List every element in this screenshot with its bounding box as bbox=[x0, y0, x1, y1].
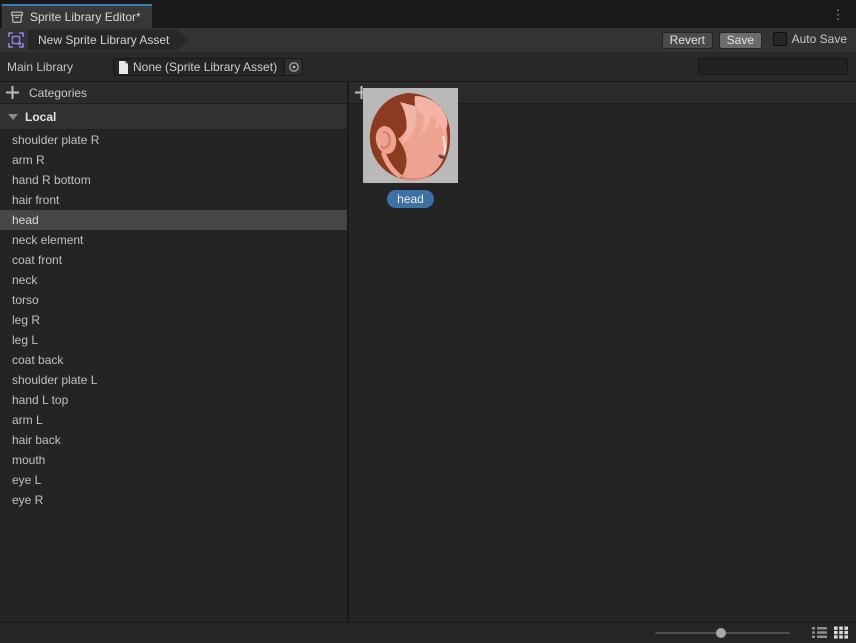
sprite-label-pill[interactable]: head bbox=[387, 190, 434, 208]
category-item[interactable]: eye L bbox=[0, 470, 347, 490]
category-item[interactable]: mouth bbox=[0, 450, 347, 470]
sprite-library-editor-window: Sprite Library Editor* ⋮ New Sprite Libr… bbox=[0, 0, 856, 643]
category-item[interactable]: coat back bbox=[0, 350, 347, 370]
search-field[interactable] bbox=[698, 58, 848, 75]
auto-save-control: Auto Save bbox=[773, 32, 847, 46]
grid-view-icon[interactable] bbox=[834, 626, 848, 639]
revert-button[interactable]: Revert bbox=[662, 32, 713, 49]
list-view-icon[interactable] bbox=[812, 626, 827, 639]
local-foldout[interactable]: Local bbox=[0, 104, 347, 130]
category-item[interactable]: hand L top bbox=[0, 390, 347, 410]
slider-knob[interactable] bbox=[716, 628, 726, 638]
categories-header: Categories bbox=[0, 82, 347, 104]
category-item-selected[interactable]: head bbox=[0, 210, 347, 230]
tab-bar: Sprite Library Editor* ⋮ bbox=[0, 0, 856, 28]
object-picker-button[interactable] bbox=[284, 59, 302, 75]
category-item[interactable]: shoulder plate L bbox=[0, 370, 347, 390]
local-label: Local bbox=[25, 110, 56, 124]
main-library-row: Main Library None (Sprite Library Asset) bbox=[0, 52, 856, 82]
labels-panel: Labels head bbox=[349, 82, 856, 622]
category-item[interactable]: neck element bbox=[0, 230, 347, 250]
head-sprite-thumbnail bbox=[363, 88, 458, 183]
category-item[interactable]: hair back bbox=[0, 430, 347, 450]
category-item[interactable]: leg L bbox=[0, 330, 347, 350]
category-item[interactable]: torso bbox=[0, 290, 347, 310]
panels: Categories Local shoulder plate R arm R … bbox=[0, 82, 856, 622]
main-library-object-field[interactable]: None (Sprite Library Asset) bbox=[113, 58, 303, 76]
thumbnail-size-slider[interactable] bbox=[655, 632, 790, 634]
search-input[interactable] bbox=[705, 60, 856, 74]
window-menu-kebab-icon[interactable]: ⋮ bbox=[830, 7, 846, 23]
object-field-value: None (Sprite Library Asset) bbox=[133, 60, 277, 74]
tab-title: Sprite Library Editor* bbox=[30, 10, 141, 24]
toolbar: New Sprite Library Asset Revert Save Aut… bbox=[0, 28, 856, 52]
category-list: shoulder plate R arm R hand R bottom hai… bbox=[0, 130, 347, 510]
asset-file-icon bbox=[118, 61, 129, 74]
save-button[interactable]: Save bbox=[719, 32, 762, 49]
category-item[interactable]: arm L bbox=[0, 410, 347, 430]
categories-title: Categories bbox=[29, 86, 87, 100]
category-item[interactable]: hand R bottom bbox=[0, 170, 347, 190]
category-item[interactable]: arm R bbox=[0, 150, 347, 170]
footer-bar bbox=[0, 622, 856, 643]
breadcrumb[interactable]: New Sprite Library Asset bbox=[28, 30, 187, 50]
category-item[interactable]: hair front bbox=[0, 190, 347, 210]
sprite-library-window-icon bbox=[10, 10, 24, 24]
category-item[interactable]: eye R bbox=[0, 490, 347, 510]
sprite-library-asset-icon bbox=[7, 31, 25, 49]
main-library-label: Main Library bbox=[7, 60, 73, 74]
tab-sprite-library-editor[interactable]: Sprite Library Editor* bbox=[2, 4, 152, 28]
auto-save-checkbox[interactable] bbox=[773, 32, 787, 46]
sprite-cell[interactable]: head bbox=[363, 88, 458, 208]
object-field-value-area: None (Sprite Library Asset) bbox=[114, 60, 284, 74]
foldout-triangle-icon bbox=[8, 114, 18, 120]
categories-panel: Categories Local shoulder plate R arm R … bbox=[0, 82, 347, 622]
breadcrumb-label: New Sprite Library Asset bbox=[38, 33, 169, 47]
view-mode-buttons bbox=[812, 626, 848, 639]
category-item[interactable]: shoulder plate R bbox=[0, 130, 347, 150]
add-category-icon[interactable] bbox=[6, 86, 19, 99]
object-picker-icon bbox=[288, 61, 300, 73]
category-item[interactable]: leg R bbox=[0, 310, 347, 330]
category-item[interactable]: coat front bbox=[0, 250, 347, 270]
category-item[interactable]: neck bbox=[0, 270, 347, 290]
auto-save-label: Auto Save bbox=[792, 32, 847, 46]
